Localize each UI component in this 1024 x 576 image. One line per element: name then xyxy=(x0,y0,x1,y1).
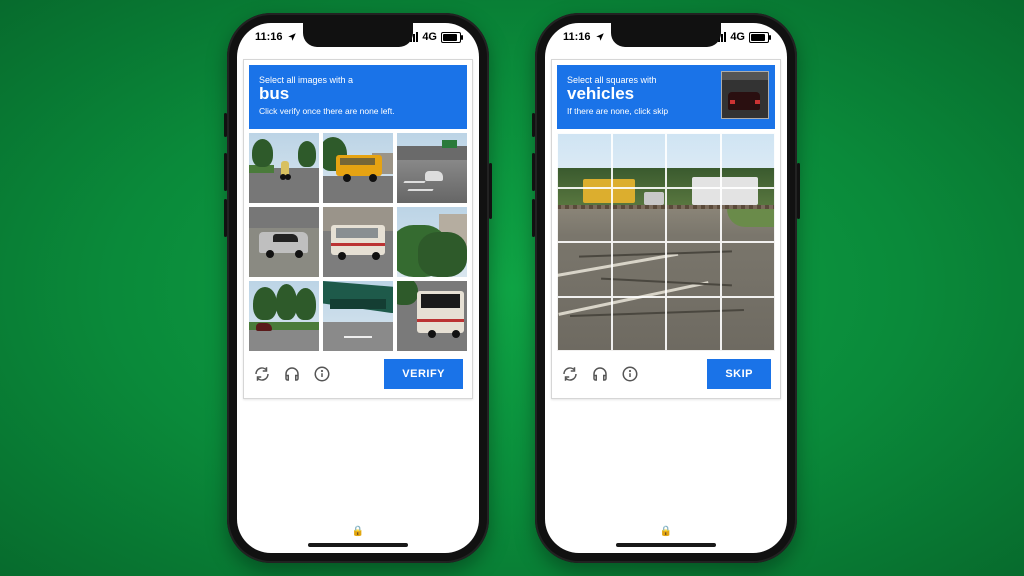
captcha-image xyxy=(557,133,775,351)
location-icon xyxy=(595,32,605,42)
captcha-grid xyxy=(249,133,467,351)
verify-button[interactable]: VERIFY xyxy=(384,359,463,389)
lock-icon: 🔒 xyxy=(660,526,672,537)
captcha-card-vehicles: Select all squares with vehicles If ther… xyxy=(551,59,781,399)
captcha-tile[interactable] xyxy=(323,281,393,351)
captcha-header: Select all squares with vehicles If ther… xyxy=(557,65,775,129)
preview-thumb xyxy=(721,71,769,119)
info-icon[interactable] xyxy=(313,365,331,383)
headphones-icon[interactable] xyxy=(591,365,609,383)
captcha-cell[interactable] xyxy=(666,133,721,188)
phone-right: 11:16 4G Select all squares with vehicle… xyxy=(535,13,797,563)
skip-button[interactable]: SKIP xyxy=(707,359,771,389)
captcha-cell[interactable] xyxy=(557,133,612,188)
captcha-cell[interactable] xyxy=(557,188,612,243)
captcha-tile[interactable] xyxy=(249,133,319,203)
captcha-cell[interactable] xyxy=(666,242,721,297)
notch xyxy=(303,23,413,47)
captcha-card-bus: Select all images with a bus Click verif… xyxy=(243,59,473,399)
home-indicator[interactable] xyxy=(616,543,716,547)
captcha-cell[interactable] xyxy=(612,133,667,188)
captcha-cell[interactable] xyxy=(721,133,776,188)
captcha-cell[interactable] xyxy=(557,242,612,297)
captcha-cell[interactable] xyxy=(612,188,667,243)
content-right: Select all squares with vehicles If ther… xyxy=(551,59,781,399)
refresh-icon[interactable] xyxy=(253,365,271,383)
headphones-icon[interactable] xyxy=(283,365,301,383)
refresh-icon[interactable] xyxy=(561,365,579,383)
captcha-cell[interactable] xyxy=(666,297,721,352)
captcha-header: Select all images with a bus Click verif… xyxy=(249,65,467,129)
phone-left: 11:16 4G Select all images with a bus xyxy=(227,13,489,563)
captcha-tile[interactable] xyxy=(323,207,393,277)
info-icon[interactable] xyxy=(621,365,639,383)
header-target: bus xyxy=(259,85,457,104)
screen-left: 11:16 4G Select all images with a bus xyxy=(237,23,479,553)
captcha-cell[interactable] xyxy=(721,242,776,297)
battery-icon xyxy=(749,32,769,43)
captcha-cell[interactable] xyxy=(612,297,667,352)
captcha-tile[interactable] xyxy=(249,281,319,351)
network-label: 4G xyxy=(730,31,745,43)
lock-icon: 🔒 xyxy=(352,526,364,537)
content-left: Select all images with a bus Click verif… xyxy=(243,59,473,399)
captcha-footer: SKIP xyxy=(557,351,775,393)
status-time: 11:16 xyxy=(255,31,283,43)
captcha-cell[interactable] xyxy=(721,297,776,352)
stage: 11:16 4G Select all images with a bus xyxy=(0,0,1024,576)
network-label: 4G xyxy=(422,31,437,43)
captcha-tile[interactable] xyxy=(397,207,467,277)
header-line3: Click verify once there are none left. xyxy=(259,106,457,116)
battery-icon xyxy=(441,32,461,43)
captcha-cell[interactable] xyxy=(666,188,721,243)
location-icon xyxy=(287,32,297,42)
captcha-tile[interactable] xyxy=(323,133,393,203)
screen-right: 11:16 4G Select all squares with vehicle… xyxy=(545,23,787,553)
captcha-cell[interactable] xyxy=(612,242,667,297)
captcha-cell[interactable] xyxy=(557,297,612,352)
captcha-tile[interactable] xyxy=(249,207,319,277)
captcha-tile[interactable] xyxy=(397,133,467,203)
captcha-footer: VERIFY xyxy=(249,351,467,393)
home-indicator[interactable] xyxy=(308,543,408,547)
status-time: 11:16 xyxy=(563,31,591,43)
captcha-tile[interactable] xyxy=(397,281,467,351)
captcha-grid xyxy=(557,133,775,351)
captcha-cell[interactable] xyxy=(721,188,776,243)
notch xyxy=(611,23,721,47)
